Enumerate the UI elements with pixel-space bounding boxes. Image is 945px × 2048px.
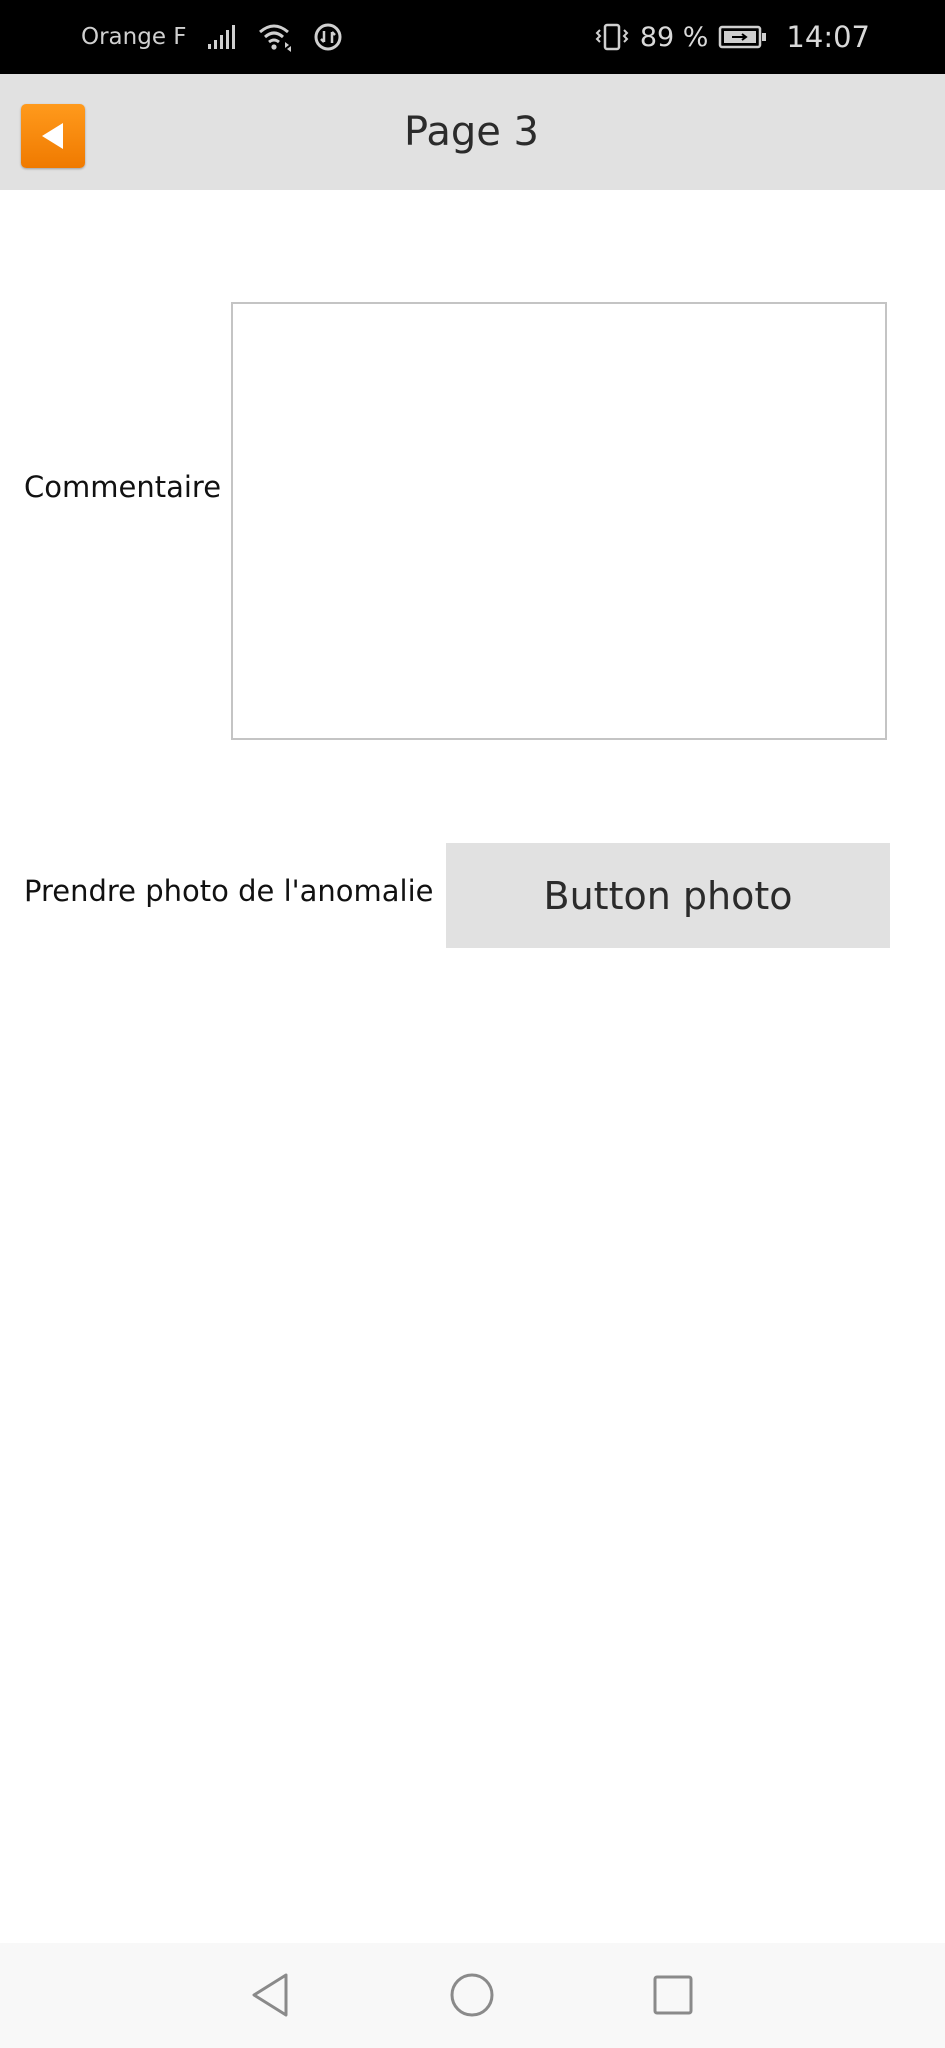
wifi-icon	[258, 24, 291, 52]
carrier-name: Orange F	[81, 24, 187, 50]
photo-label: Prendre photo de l'anomalie	[24, 874, 434, 908]
status-bar: Orange F 89 % 14:07	[0, 0, 945, 74]
nav-back-button[interactable]	[240, 1965, 300, 2025]
nav-home-button[interactable]	[442, 1965, 502, 2025]
photo-button[interactable]: Button photo	[446, 843, 890, 948]
title-bar: Page 3	[0, 74, 945, 190]
comment-label: Commentaire	[24, 470, 222, 504]
vibrate-icon	[595, 23, 629, 51]
nav-recents-button[interactable]	[643, 1965, 703, 2025]
nav-home-icon	[450, 1973, 494, 2017]
data-saver-icon	[314, 23, 342, 51]
status-left: Orange F	[81, 0, 343, 74]
nav-back-icon	[252, 1973, 288, 2017]
battery-percentage: 89 %	[639, 21, 709, 53]
page-title: Page 3	[404, 109, 539, 155]
battery-icon	[719, 25, 767, 49]
nav-recents-icon	[653, 1975, 693, 2015]
status-clock: 14:07	[786, 20, 870, 54]
status-right: 89 % 14:07	[594, 0, 870, 74]
system-nav-bar	[0, 1943, 945, 2048]
signal-icon	[207, 25, 235, 49]
comment-textarea[interactable]	[231, 302, 887, 740]
